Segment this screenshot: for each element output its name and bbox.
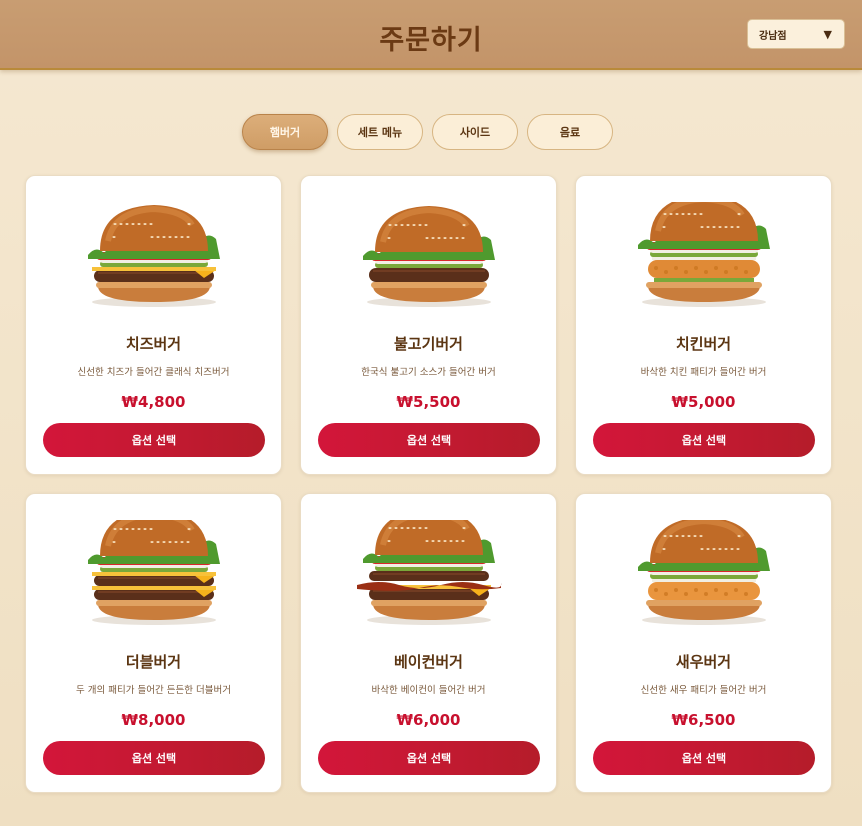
select-options-button[interactable]: 옵션 선택 [43, 741, 265, 775]
menu-item-price: ₩6,500 [671, 711, 736, 729]
menu-item-description: 한국식 불고기 소스가 들어간 버거 [361, 367, 496, 378]
menu-card: 치킨버거바삭한 치킨 패티가 들어간 버거 ₩5,000 옵션 선택 [575, 175, 832, 475]
select-options-button[interactable]: 옵션 선택 [593, 741, 815, 775]
menu-card: 불고기버거한국식 불고기 소스가 들어간 버거 ₩5,500 옵션 선택 [300, 175, 557, 475]
store-selected-value: 강남점 [759, 30, 787, 42]
menu-item-name: 베이컨버거 [393, 653, 463, 671]
menu-card: 치즈버거신선한 치즈가 들어간 클래식 치즈버거 ₩4,800 옵션 선택 [25, 175, 282, 475]
menu-item-price: ₩8,000 [121, 711, 186, 729]
tab-set-menu[interactable]: 세트 메뉴 [337, 114, 423, 150]
menu-card: 베이컨버거바삭한 베이컨이 들어간 버거 ₩6,000 옵션 선택 [300, 493, 557, 793]
tab-drinks[interactable]: 음료 [527, 114, 613, 150]
bacon-burger-image [349, 509, 509, 630]
menu-item-description: 두 개의 패티가 들어간 든든한 더블버거 [76, 685, 231, 696]
menu-item-name: 불고기버거 [393, 335, 463, 353]
menu-item-price: ₩5,000 [671, 393, 736, 411]
select-options-button[interactable]: 옵션 선택 [593, 423, 815, 457]
category-tabs: 햄버거 세트 메뉴 사이드 음료 [0, 114, 862, 152]
menu-item-name: 더블버거 [125, 653, 182, 671]
menu-item-description: 신선한 치즈가 들어간 클래식 치즈버거 [77, 367, 230, 378]
menu-item-price: ₩4,800 [121, 393, 186, 411]
select-options-button[interactable]: 옵션 선택 [318, 423, 540, 457]
cheese-burger-image [74, 202, 234, 312]
store-select[interactable]: 강남점 ▼ [747, 19, 845, 49]
menu-item-description: 바삭한 치킨 패티가 들어간 버거 [640, 367, 767, 378]
tab-hamburger[interactable]: 햄버거 [242, 114, 328, 150]
menu-item-description: 바삭한 베이컨이 들어간 버거 [371, 685, 486, 696]
shrimp-burger-image [624, 517, 784, 630]
caret-down-icon: ▼ [823, 27, 832, 41]
select-options-button[interactable]: 옵션 선택 [43, 423, 265, 457]
menu-card: 더블버거두 개의 패티가 들어간 든든한 더블버거 ₩8,000 옵션 선택 [25, 493, 282, 793]
bulgogi-burger-image [349, 202, 509, 312]
menu-item-price: ₩5,500 [396, 393, 461, 411]
menu-item-price: ₩6,000 [396, 711, 461, 729]
menu-item-name: 치킨버거 [675, 335, 732, 353]
select-options-button[interactable]: 옵션 선택 [318, 741, 540, 775]
menu-item-description: 신선한 새우 패티가 들어간 버거 [640, 685, 767, 696]
chicken-burger-image [624, 195, 784, 312]
menu-item-name: 치즈버거 [125, 335, 182, 353]
tab-side[interactable]: 사이드 [432, 114, 518, 150]
menu-card: 새우버거신선한 새우 패티가 들어간 버거 ₩6,500 옵션 선택 [575, 493, 832, 793]
menu-item-name: 새우버거 [675, 653, 732, 671]
app-header: 주문하기 강남점 ▼ [0, 0, 862, 70]
page-title: 주문하기 [379, 25, 483, 56]
double-burger-image [74, 510, 234, 630]
